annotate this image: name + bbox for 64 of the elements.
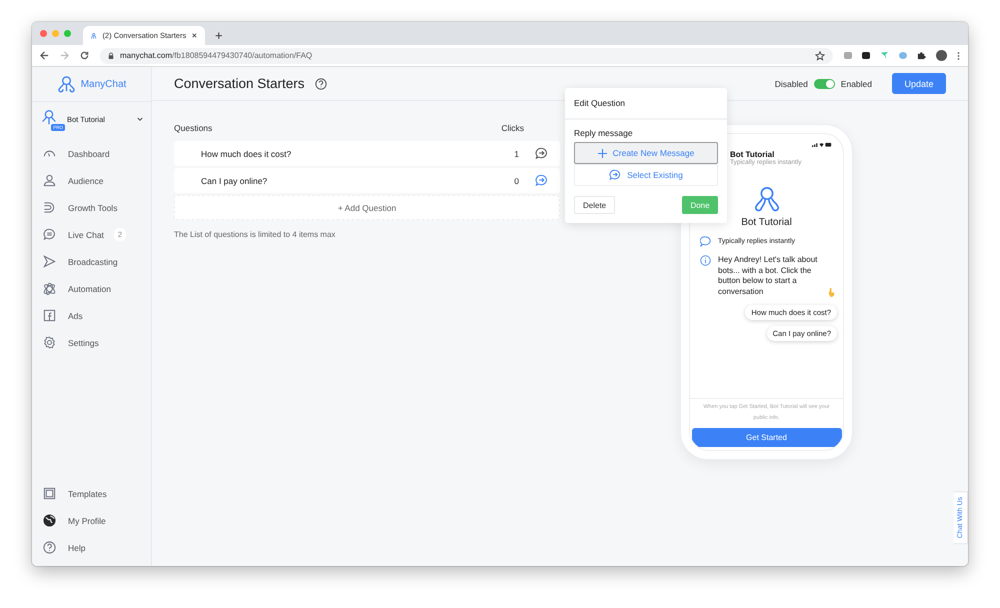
globe-avatar-icon [43, 514, 56, 527]
new-tab-button[interactable]: + [215, 28, 223, 43]
click-count: 0 [514, 176, 519, 186]
help-icon[interactable] [314, 78, 327, 90]
gear-icon [43, 336, 56, 349]
help-icon [43, 541, 56, 554]
get-started-button[interactable]: Get Started [692, 428, 842, 447]
nav-item[interactable]: My Profile [40, 507, 143, 534]
lock-icon [108, 52, 114, 60]
section-label: Reply message [574, 128, 634, 138]
column-header: Questions [174, 123, 212, 133]
limit-note: The List of questions is limited to 4 items max [174, 230, 336, 239]
popover-title: Edit Question [565, 88, 727, 120]
bot-name: Bot Tutorial [741, 217, 792, 228]
reply-bubble-icon [609, 169, 622, 181]
nav-item[interactable]: Broadcasting [40, 248, 143, 275]
chat-header-name: Bot Tutorial [730, 150, 776, 159]
back-icon[interactable] [40, 51, 49, 60]
close-icon[interactable] [192, 32, 197, 39]
atom-icon [43, 282, 56, 295]
puzzle-icon[interactable] [917, 51, 926, 60]
nav-item[interactable]: Help [40, 534, 143, 561]
delete-button[interactable]: Delete [574, 196, 616, 214]
nav-item[interactable]: Dashboard [40, 140, 143, 167]
nav-item[interactable]: Automation [40, 275, 143, 302]
nav-item[interactable]: Audience [40, 167, 143, 194]
toggle-label: Disabled [774, 78, 808, 88]
nav-item[interactable]: Templates [40, 480, 143, 507]
facebook-icon [43, 309, 56, 322]
pointing-hand-icon [828, 288, 835, 297]
chat-bubble-icon [43, 228, 56, 241]
nav-item[interactable]: Settings [40, 329, 143, 356]
nav-item[interactable]: Ads [40, 302, 143, 329]
page-title: Conversation Starters [174, 76, 305, 91]
brand-name: ManyChat [80, 78, 126, 90]
question-row[interactable]: How much does it cost? 1 [174, 141, 560, 166]
update-button[interactable]: Update [892, 73, 946, 94]
signal-status-icon [811, 142, 833, 147]
reload-icon[interactable] [80, 51, 89, 60]
star-icon[interactable] [815, 50, 825, 60]
person-icon [43, 174, 56, 187]
send-icon [43, 255, 56, 268]
click-count: 1 [514, 148, 519, 158]
frame-icon [43, 487, 56, 500]
question-text: How much does it cost? [201, 148, 292, 158]
question-row[interactable]: Can I pay online? 0 [174, 168, 560, 193]
plus-icon [598, 148, 607, 158]
column-header: Clicks [501, 123, 524, 133]
enabled-switch[interactable] [814, 78, 835, 88]
extension-icon[interactable] [862, 52, 870, 59]
avatar[interactable] [936, 50, 947, 61]
greeting-text: Hey Andrey! Let's talk about bots... with a bot. Click the button below to start a conversation [718, 255, 818, 297]
select-existing-button[interactable]: Select Existing [574, 164, 718, 186]
chevron-down-icon [137, 116, 143, 122]
nav-item[interactable]: Growth Tools [40, 194, 143, 221]
reply-bubble-icon[interactable] [535, 147, 548, 160]
menu-icon[interactable] [957, 50, 960, 60]
chat-bubble-icon [700, 236, 711, 247]
question-text: Can I pay online? [201, 176, 268, 186]
add-question-button[interactable]: + Add Question [174, 195, 560, 220]
toggle-label: Enabled [840, 78, 872, 88]
info-icon [700, 255, 711, 266]
reply-bubble-icon[interactable] [535, 174, 548, 187]
address-bar[interactable]: manychat.com/fb1808594479430740/automation/FAQ [100, 48, 833, 64]
